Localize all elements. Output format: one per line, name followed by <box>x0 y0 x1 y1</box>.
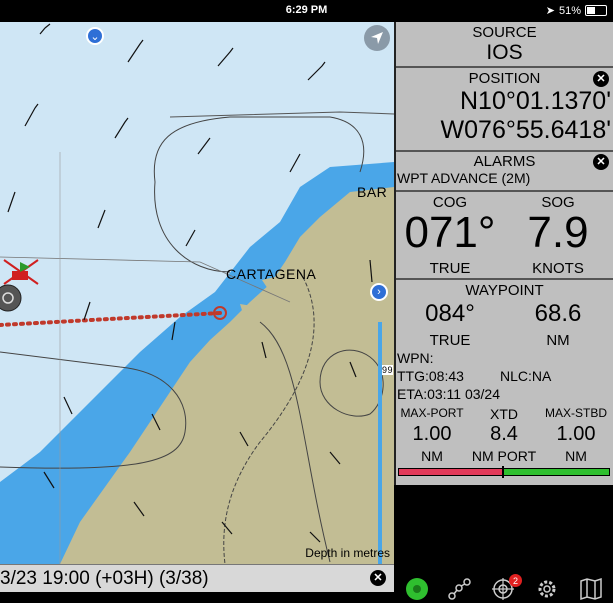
xtd-max-port-unit: NM <box>421 448 443 464</box>
xtd-max-port-value: 1.00 <box>412 423 452 445</box>
clock: 6:29 PM <box>285 4 328 16</box>
track-info-bar: 3/23 19:00 (+03H) (3/38) ✕ <box>0 564 394 592</box>
tab-route[interactable] <box>446 577 472 601</box>
cog-unit: TRUE <box>429 260 471 277</box>
tab-gps[interactable] <box>404 577 430 601</box>
battery-percent: 51% <box>558 4 581 17</box>
xtd-value: 8.4 <box>490 423 518 445</box>
nautical-chart[interactable]: CARTAGENA BAR 99 ⌄ › Depth in metres <box>0 22 394 564</box>
notification-badge: 2 <box>509 574 522 587</box>
position-title: POSITION <box>468 70 541 87</box>
tab-bar: 2 <box>394 574 613 603</box>
route-number-label: 99 <box>382 365 394 375</box>
close-icon[interactable]: ✕ <box>593 154 609 170</box>
chart-canvas <box>0 23 394 564</box>
location-arrow-icon: ➤ <box>545 5 555 17</box>
alarms-title: ALARMS <box>473 153 536 170</box>
waypoint-marker-center <box>218 311 222 315</box>
xtd-max-stbd-label: MAX-STBD <box>544 406 607 420</box>
waypoint-box: WAYPOINT 084° TRUE 68.6 NM WPN: TTG:08:4… <box>396 280 613 485</box>
navigate-arrow-icon[interactable] <box>364 25 390 51</box>
place-label-cartagena: CARTAGENA <box>226 266 317 282</box>
battery-status: ➤ 51% <box>546 4 607 17</box>
tab-charts[interactable] <box>578 577 604 601</box>
gps-icon <box>406 578 428 600</box>
contour-line <box>154 181 231 273</box>
chevron-down-icon[interactable]: ⌄ <box>86 27 104 45</box>
place-label-bar: BAR <box>357 184 388 200</box>
waypoint-distance: 68.6 <box>534 300 582 327</box>
alarm-flag-pennant <box>20 262 30 272</box>
contour-line <box>169 111 394 118</box>
source-value: IOS <box>486 41 523 64</box>
sog-value: 7.9 <box>527 208 589 257</box>
alarms-box: ALARMS ✕ WPT ADVANCE (2M) <box>396 152 613 192</box>
waypoint-eta: ETA:03:11 03/24 <box>397 386 500 402</box>
position-box: POSITION ✕ N10°01.1370' W076°55.6418' <box>396 68 613 152</box>
xtd-bar-port <box>399 469 504 475</box>
alarm-text: WPT ADVANCE (2M) <box>397 170 531 186</box>
battery-icon <box>585 5 607 16</box>
waypoint-distance-unit: NM <box>546 332 570 349</box>
sog-unit: KNOTS <box>532 260 584 277</box>
waypoint-nlc: NLC:NA <box>500 368 552 384</box>
tab-settings[interactable] <box>534 577 560 601</box>
source-title: SOURCE <box>472 24 537 41</box>
close-icon[interactable]: ✕ <box>370 570 386 586</box>
xtd-max-port-label: MAX-PORT <box>400 406 464 420</box>
chevron-right-icon[interactable]: › <box>370 283 388 301</box>
position-longitude: W076°55.6418' <box>440 116 611 144</box>
route-icon <box>448 578 471 600</box>
xtd-max-stbd-value: 1.00 <box>556 423 596 445</box>
cog-sog-box: COG 071° TRUE SOG 7.9 KNOTS <box>396 192 613 280</box>
xtd-bar-marker <box>501 466 504 478</box>
waypoint-name: WPN: <box>397 350 434 366</box>
depth-units-note: Depth in metres <box>305 546 390 560</box>
position-latitude: N10°01.1370' <box>459 87 611 115</box>
xtd-max-stbd-unit: NM <box>565 448 587 464</box>
xtd-bar <box>398 466 610 478</box>
source-box: SOURCE IOS <box>396 22 613 68</box>
waypoint-bearing: 084° <box>425 300 475 327</box>
land-area <box>60 187 394 564</box>
map-icon <box>580 577 602 601</box>
close-icon[interactable]: ✕ <box>593 71 609 87</box>
instrument-panel: SOURCE IOS POSITION ✕ N10°01.1370' W076°… <box>394 22 613 485</box>
gear-icon <box>538 580 556 598</box>
cog-value: 071° <box>404 208 496 257</box>
xtd-bar-stbd <box>504 469 609 475</box>
waypoint-title: WAYPOINT <box>465 282 544 299</box>
xtd-label: XTD <box>490 406 518 422</box>
track-info-text: 3/23 19:00 (+03H) (3/38) <box>0 568 209 589</box>
tab-targets[interactable]: 2 <box>490 574 522 601</box>
battery-fill <box>587 7 596 14</box>
waypoint-ttg: TTG:08:43 <box>397 368 464 384</box>
status-bar: 6:29 PM ➤ 51% <box>0 0 613 22</box>
alarm-flag-icon <box>12 271 28 280</box>
xtd-unit: NM PORT <box>471 448 537 464</box>
waypoint-bearing-unit: TRUE <box>429 332 471 349</box>
